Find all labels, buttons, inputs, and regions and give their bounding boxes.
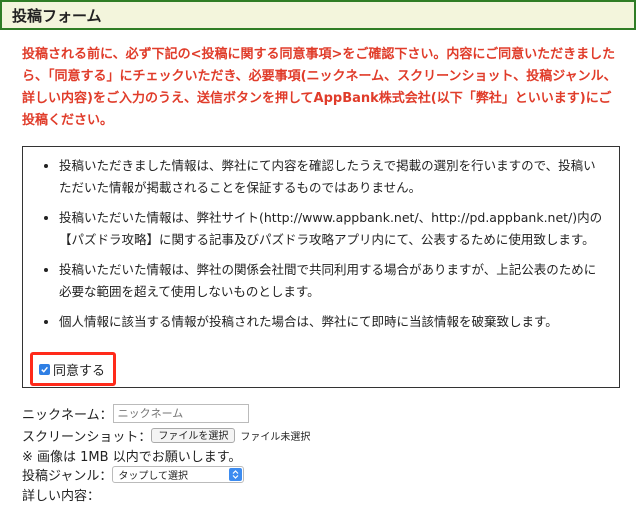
terms-item: 投稿いただきました情報は、弊社にて内容を確認したうえで掲載の選別を行いますので、… [59,155,607,199]
terms-item: 投稿いただいた情報は、弊社の関係会社間で共同利用する場合がありますが、上記公表の… [59,259,607,303]
nickname-input[interactable] [112,404,249,423]
screenshot-row: スクリーンショット： ファイルを選択 ファイル未選択 [22,426,310,445]
terms-list: 投稿いただきました情報は、弊社にて内容を確認したうえで掲載の選別を行いますので、… [23,147,619,333]
nickname-label: ニックネーム： [22,408,113,423]
form-header: 投稿フォーム [0,0,636,30]
file-select-button[interactable]: ファイルを選択 [151,428,236,443]
image-size-note: ※ 画像は 1MB 以内でお願いします。 [22,450,242,465]
page-title: 投稿フォーム [12,6,102,25]
file-status: ファイル未選択 [240,432,311,443]
agree-checkbox-highlight[interactable]: 同意する [30,352,116,386]
checkmark-icon [41,366,48,373]
consent-notice: 投稿される前に、必ず下記の<投稿に関する同意事項>をご確認下さい。内容にご同意い… [22,47,617,128]
nickname-row: ニックネーム： [22,404,249,423]
terms-item: 投稿いただいた情報は、弊社サイト(http://www.appbank.net/… [59,207,607,251]
agree-label[interactable]: 同意する [53,360,105,379]
terms-item: 個人情報に該当する情報が投稿された場合は、弊社にて即時に当該情報を破棄致します。 [59,311,607,333]
genre-select[interactable]: タップして選択 [112,466,245,483]
genre-row: 投稿ジャンル： タップして選択 [22,465,245,484]
agree-checkbox[interactable] [39,363,50,375]
screenshot-label: スクリーンショット： [22,430,152,445]
details-label: 詳しい内容： [22,489,101,504]
chevron-updown-icon [229,468,243,481]
genre-selected-value: タップして選択 [118,471,189,482]
genre-label: 投稿ジャンル： [22,469,113,484]
